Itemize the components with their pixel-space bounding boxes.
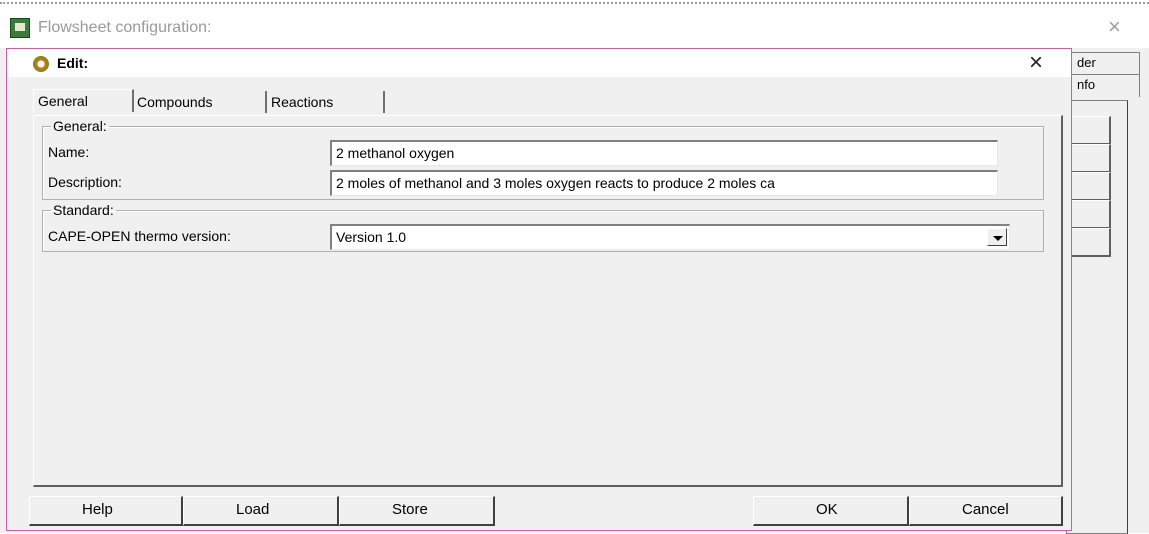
- store-button[interactable]: Store: [339, 496, 495, 526]
- chevron-down-icon[interactable]: [987, 228, 1007, 246]
- outer-side-button-1[interactable]: [1070, 116, 1111, 145]
- outer-side-button-5[interactable]: [1070, 228, 1111, 257]
- outer-window-title: Flowsheet configuration:: [38, 19, 212, 36]
- tab-reactions[interactable]: Reactions: [267, 91, 385, 113]
- general-group-legend: General:: [53, 118, 107, 134]
- outer-side-button-2[interactable]: [1070, 144, 1111, 173]
- flowsheet-app-icon: [10, 18, 30, 38]
- top-dotted-border: [0, 2, 1149, 4]
- edit-dialog-icon: [33, 56, 49, 72]
- load-button[interactable]: Load: [183, 496, 339, 526]
- tab-compounds[interactable]: Compounds: [133, 91, 267, 113]
- name-label: Name:: [48, 144, 90, 160]
- ok-button[interactable]: OK: [753, 496, 909, 526]
- outer-side-button-4[interactable]: [1070, 200, 1111, 229]
- outer-tab-der[interactable]: der: [1070, 52, 1140, 75]
- thermo-version-select[interactable]: Version 1.0: [330, 224, 1010, 250]
- outer-side-button-3[interactable]: [1070, 172, 1111, 201]
- standard-group-legend: Standard:: [53, 202, 114, 218]
- cancel-button[interactable]: Cancel: [909, 496, 1063, 526]
- outer-close-icon[interactable]: ×: [1108, 14, 1121, 40]
- thermo-version-value: Version 1.0: [336, 229, 407, 245]
- help-button[interactable]: Help: [29, 496, 183, 526]
- outer-tab-nfo[interactable]: nfo: [1070, 74, 1140, 97]
- edit-dialog: Edit: × General Compounds Reactions Gene…: [6, 48, 1072, 531]
- description-field[interactable]: 2 moles of methanol and 3 moles oxygen r…: [330, 170, 998, 196]
- tab-general[interactable]: General: [33, 89, 134, 112]
- edit-dialog-title: Edit:: [57, 55, 89, 71]
- outer-title-bar: Flowsheet configuration: ×: [0, 12, 1149, 48]
- edit-dialog-title-bar: Edit: ×: [7, 49, 1071, 77]
- name-field[interactable]: 2 methanol oxygen: [330, 140, 998, 166]
- description-label: Description:: [48, 174, 122, 190]
- edit-dialog-close-icon[interactable]: ×: [1029, 49, 1043, 77]
- general-tab-panel: General: Name: 2 methanol oxygen Descrip…: [33, 115, 1063, 487]
- thermo-version-label: CAPE-OPEN thermo version:: [48, 228, 231, 244]
